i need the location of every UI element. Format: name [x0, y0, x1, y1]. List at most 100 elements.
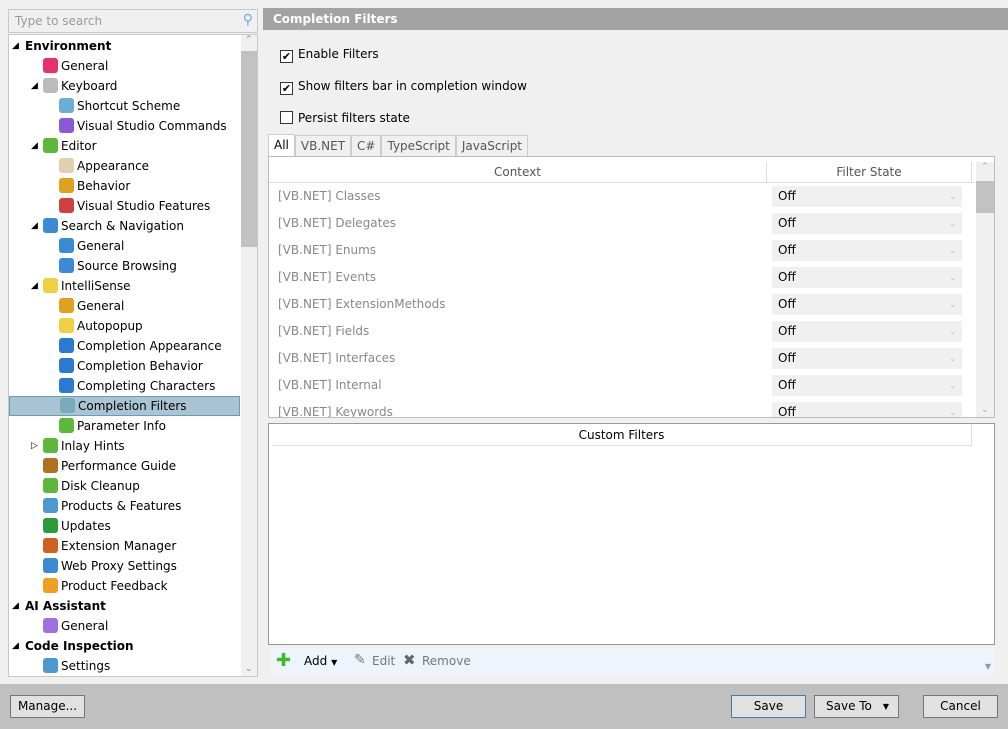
tree-item[interactable]: Visual Studio Commands: [9, 116, 240, 136]
checkbox[interactable]: ✔: [280, 82, 293, 95]
tree-item[interactable]: ◢Search & Navigation: [9, 216, 240, 236]
context-cell: [VB.NET] Keywords: [278, 405, 393, 418]
expanded-arrow-icon[interactable]: ◢: [12, 36, 19, 56]
tree-item[interactable]: Products & Features: [9, 496, 240, 516]
tree-item[interactable]: Shortcut Scheme: [9, 96, 240, 116]
tree-item[interactable]: ◢IntelliSense: [9, 276, 240, 296]
show-filters-bar-checkbox[interactable]: ✔Show filters bar in completion window: [280, 78, 527, 94]
chevron-down-icon: ⌄: [949, 267, 956, 288]
tree-item-label: General: [61, 59, 108, 73]
tree-item-label: Updates: [61, 519, 111, 533]
expanded-arrow-icon[interactable]: ◢: [12, 596, 19, 616]
tab-all[interactable]: All: [268, 134, 295, 157]
expanded-arrow-icon[interactable]: ◢: [12, 636, 19, 656]
lightbulb-icon: [59, 318, 74, 333]
save-button[interactable]: Save: [731, 695, 806, 718]
tree-item[interactable]: Updates: [9, 516, 240, 536]
lightbulb-icon: [43, 278, 58, 293]
tab-javascript[interactable]: JavaScript: [456, 135, 528, 156]
tree-item-label: Visual Studio Features: [77, 199, 210, 213]
expanded-arrow-icon[interactable]: ◢: [31, 76, 38, 96]
tree-item[interactable]: ◢AI Assistant: [9, 596, 240, 616]
chevron-down-icon: ⌄: [949, 240, 956, 261]
edit-button[interactable]: Edit: [372, 654, 395, 668]
tree-item[interactable]: Product Feedback: [9, 576, 240, 596]
add-label: Add: [304, 654, 327, 668]
filter-state-select[interactable]: Off⌄: [772, 267, 962, 288]
tree-item[interactable]: Appearance: [9, 156, 240, 176]
tree-item-label: Editor: [61, 139, 97, 153]
parameter-icon: [59, 418, 74, 433]
toolbar-overflow-icon[interactable]: ▼: [985, 662, 991, 671]
tree-item[interactable]: Completion Filters: [9, 396, 240, 416]
tree-item[interactable]: Settings: [9, 656, 240, 676]
context-cell: [VB.NET] Interfaces: [278, 351, 395, 365]
tab-vbnet[interactable]: VB.NET: [295, 135, 351, 156]
tree-item[interactable]: Autopopup: [9, 316, 240, 336]
tree-item[interactable]: Parameter Info: [9, 416, 240, 436]
tree-item[interactable]: Disk Cleanup: [9, 476, 240, 496]
filter-state-select[interactable]: Off⌄: [772, 348, 962, 369]
tab-c[interactable]: C#: [351, 135, 381, 156]
tree-item[interactable]: Visual Studio Features: [9, 196, 240, 216]
tree-item-label: Behavior: [77, 179, 130, 193]
column-filter-state[interactable]: Filter State: [767, 162, 972, 183]
tree-item[interactable]: ◢Code Inspection: [9, 636, 240, 656]
tree-item[interactable]: Completing Characters: [9, 376, 240, 396]
tree-item[interactable]: General: [9, 616, 240, 636]
updates-icon: [43, 518, 58, 533]
search-box[interactable]: ⚲: [8, 9, 258, 33]
remove-button[interactable]: Remove: [422, 654, 471, 668]
filter-state-select[interactable]: Off⌄: [772, 402, 962, 418]
persist-filters-checkbox[interactable]: Persist filters state: [280, 110, 410, 126]
expanded-arrow-icon[interactable]: ◢: [31, 136, 38, 156]
filter-state-select[interactable]: Off⌄: [772, 294, 962, 315]
grid-scrollbar-thumb[interactable]: [976, 181, 994, 213]
context-cell: [VB.NET] Fields: [278, 324, 369, 338]
dropdown-arrow-icon: ▼: [331, 658, 337, 667]
manage-button[interactable]: Manage...: [10, 695, 85, 718]
tree-item[interactable]: ◢Keyboard: [9, 76, 240, 96]
tree-item-label: Autopopup: [77, 319, 143, 333]
filter-state-select[interactable]: Off⌄: [772, 375, 962, 396]
save-to-button[interactable]: Save To▼: [814, 695, 899, 718]
collapsed-arrow-icon[interactable]: ▷: [31, 436, 38, 456]
extension-icon: [43, 538, 58, 553]
tree-item[interactable]: ◢Environment: [9, 36, 240, 56]
tree-item[interactable]: Performance Guide: [9, 456, 240, 476]
filter-state-select[interactable]: Off⌄: [772, 186, 962, 207]
column-context[interactable]: Context: [269, 162, 767, 183]
tree-item[interactable]: ▷Inlay Hints: [9, 436, 240, 456]
cancel-button[interactable]: Cancel: [923, 695, 998, 718]
tree-item-label: Completing Characters: [77, 379, 215, 393]
tree-item[interactable]: Web Proxy Settings: [9, 556, 240, 576]
tree-item[interactable]: General: [9, 236, 240, 256]
magnifier-icon: [43, 218, 58, 233]
filter-state-select[interactable]: Off⌄: [772, 240, 962, 261]
custom-filters-list[interactable]: Custom Filters: [268, 423, 995, 645]
tree-item[interactable]: ◢ Editor: [9, 136, 240, 156]
checkbox[interactable]: ✔: [280, 50, 293, 63]
tree-item[interactable]: Completion Appearance: [9, 336, 240, 356]
expanded-arrow-icon[interactable]: ◢: [31, 216, 38, 236]
tree-item[interactable]: Source Browsing: [9, 256, 240, 276]
chevron-down-icon: ⌄: [949, 321, 956, 342]
filter-state-select[interactable]: Off⌄: [772, 321, 962, 342]
enable-filters-checkbox[interactable]: ✔Enable Filters: [280, 46, 379, 62]
search-input[interactable]: [9, 10, 229, 32]
tree-item[interactable]: General: [9, 296, 240, 316]
tree-item[interactable]: General: [9, 56, 240, 76]
add-button[interactable]: Add ▼: [304, 654, 337, 668]
expanded-arrow-icon[interactable]: ◢: [31, 276, 38, 296]
tree-item[interactable]: Completion Behavior: [9, 356, 240, 376]
tab-typescript[interactable]: TypeScript: [381, 135, 455, 156]
tree-item[interactable]: Behavior: [9, 176, 240, 196]
filter-state-select[interactable]: Off⌄: [772, 213, 962, 234]
tree-scrollbar-thumb[interactable]: [241, 51, 258, 247]
chevron-down-icon: ⌄: [949, 348, 956, 369]
save-to-label: Save To: [826, 699, 872, 713]
context-cell: [VB.NET] Delegates: [278, 216, 396, 230]
add-plus-icon[interactable]: ✚: [276, 650, 291, 671]
tree-item[interactable]: Extension Manager: [9, 536, 240, 556]
checkbox[interactable]: [280, 111, 293, 124]
